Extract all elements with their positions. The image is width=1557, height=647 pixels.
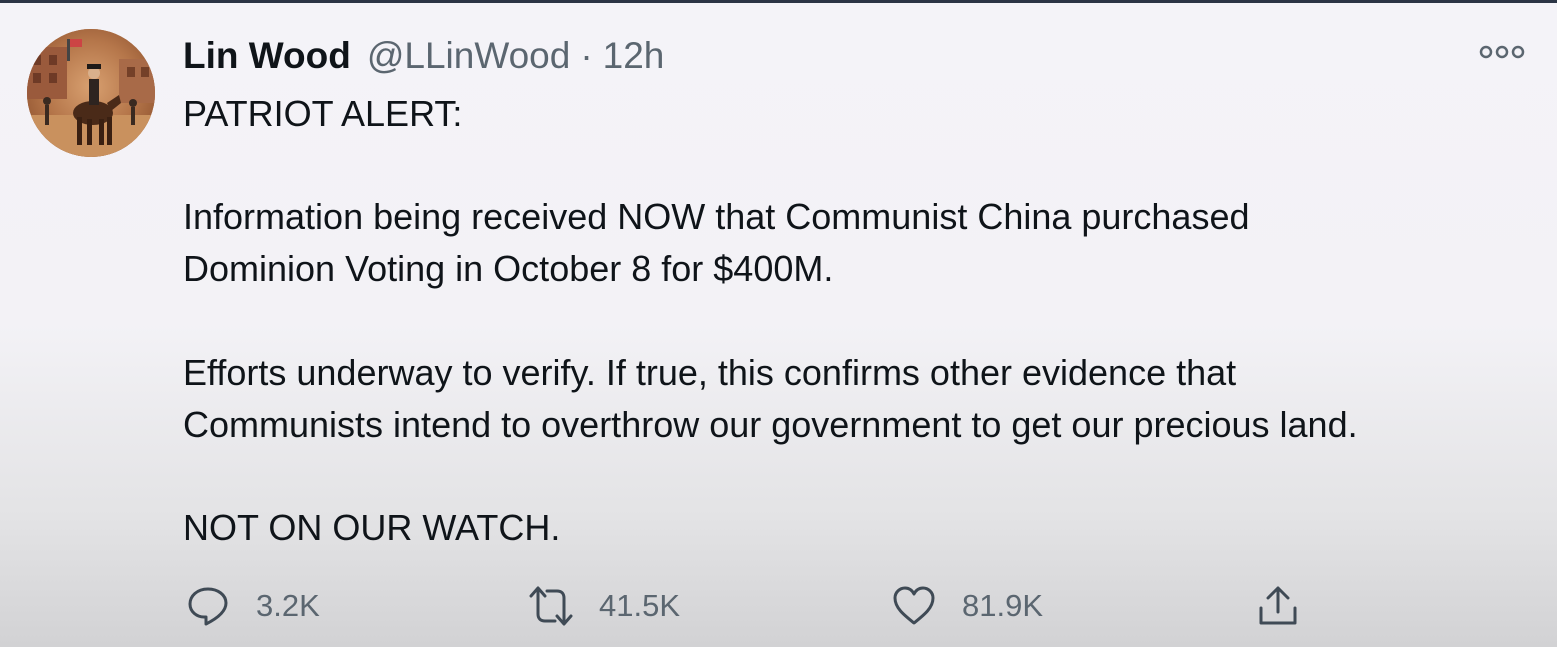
tweet-text-line: Information being received NOW that Comm… <box>183 196 1250 237</box>
retweet-count: 41.5K <box>599 588 681 623</box>
author-name[interactable]: Lin Wood <box>183 34 351 78</box>
more-options-button[interactable] <box>1478 40 1526 64</box>
like-count: 81.9K <box>962 588 1044 623</box>
tweet-text-line: Dominion Voting in October 8 for $400M. <box>183 248 834 289</box>
retweet-icon <box>529 586 573 626</box>
like-button[interactable]: 81.9K <box>892 583 1043 629</box>
avatar-image <box>27 29 155 157</box>
tweet-timestamp[interactable]: 12h <box>603 34 665 78</box>
like-icon <box>893 586 935 625</box>
tweet-text-line: Efforts underway to verify. If true, thi… <box>183 352 1237 393</box>
tweet-text-line: PATRIOT ALERT: <box>183 93 463 134</box>
retweet-button[interactable]: 41.5K <box>529 583 680 629</box>
tweet-text-line: NOT ON OUR WATCH. <box>183 507 561 548</box>
reply-count: 3.2K <box>256 588 320 623</box>
reply-button[interactable]: 3.2K <box>186 583 320 629</box>
author-handle[interactable]: @LLinWood <box>367 34 571 78</box>
more-options-icon <box>1479 45 1525 59</box>
top-border-bar <box>0 0 1557 3</box>
share-icon <box>1259 586 1297 625</box>
tweet-text-line: Communists intend to overthrow our gover… <box>183 404 1358 445</box>
avatar[interactable] <box>27 29 155 157</box>
reply-icon <box>188 587 228 626</box>
header-separator: · <box>580 35 593 76</box>
share-button[interactable] <box>1256 583 1300 629</box>
tweet-header: Lin Wood @LLinWood · 12h <box>183 34 664 78</box>
